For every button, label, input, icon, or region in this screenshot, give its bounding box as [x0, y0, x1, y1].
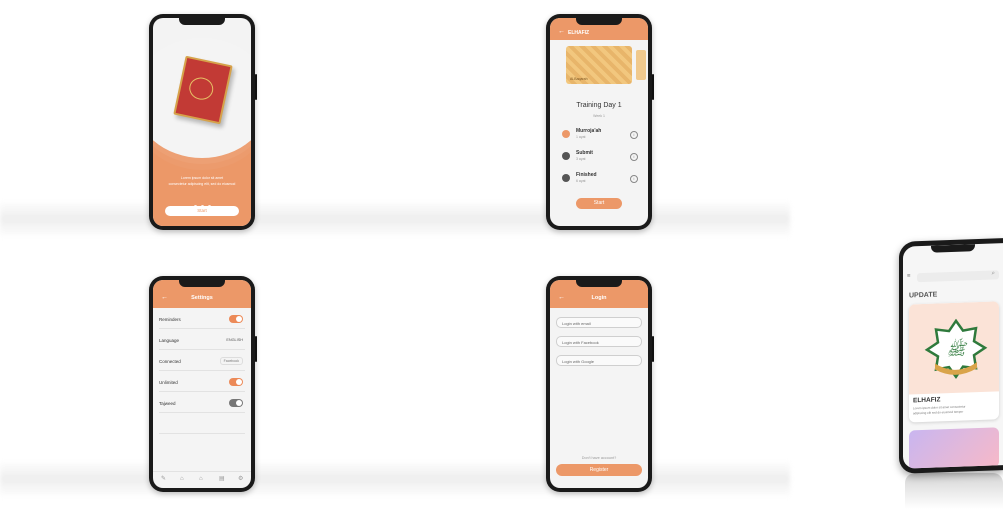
- step-title: Murroja'ah: [576, 128, 602, 134]
- training-screen: ← ELHAFIZ Al-Baqarah Training Day 1 Week…: [550, 18, 648, 226]
- onboarding-screen: Lorem ipsum dolor sit amet consectetur a…: [153, 18, 251, 226]
- step-indicator-active[interactable]: [562, 130, 570, 138]
- divider: [159, 370, 245, 371]
- language-value[interactable]: ENGLISH: [226, 338, 243, 342]
- header-title: Settings: [191, 295, 213, 301]
- step-title: Finished: [576, 172, 597, 178]
- onboarding-caption-2: consectetur adipiscing elit, sed do eius…: [168, 182, 236, 186]
- stand-icon[interactable]: ⌂: [180, 476, 184, 482]
- phone-training: ← ELHAFIZ Al-Baqarah Training Day 1 Week…: [546, 14, 654, 230]
- header-title: ELHAFIZ: [568, 30, 590, 36]
- unlimited-toggle[interactable]: [229, 378, 243, 386]
- floor-reflection: [0, 460, 790, 498]
- login-screen: ← Login Login with email Login with Face…: [550, 280, 648, 488]
- training-title: Training Day 1: [576, 102, 622, 109]
- phone-notch: [179, 18, 225, 25]
- divider: [159, 433, 245, 434]
- divider: [159, 328, 245, 329]
- connected-value[interactable]: Facebook: [219, 357, 243, 365]
- header-title: Login: [591, 295, 607, 301]
- divider: [159, 391, 245, 392]
- settings-screen: ← Settings Reminders Language ENGLISH Co…: [153, 280, 251, 488]
- tajweed-toggle[interactable]: [229, 399, 243, 407]
- next-banner[interactable]: [636, 50, 646, 80]
- step-indicator[interactable]: [562, 152, 570, 160]
- calendar-icon[interactable]: ▤: [219, 475, 225, 482]
- training-week: Week 1: [593, 114, 605, 118]
- step-subtitle: 1 ayat: [576, 135, 586, 139]
- onboarding-caption-1: Lorem ipsum dolor sit amet: [180, 176, 224, 180]
- step-title: Submit: [576, 150, 593, 156]
- phone-notch: [179, 280, 225, 287]
- banner-caption: Al-Baqarah: [570, 77, 588, 81]
- divider: [159, 412, 245, 413]
- phone5-reflection: [905, 473, 1003, 509]
- phone-settings: ← Settings Reminders Language ENGLISH Co…: [149, 276, 257, 492]
- home-icon[interactable]: ⌂: [199, 476, 203, 482]
- divider: [159, 349, 245, 350]
- search-input[interactable]: [917, 270, 999, 283]
- search-icon[interactable]: ⌕: [992, 270, 995, 277]
- second-card[interactable]: [909, 427, 999, 469]
- step-indicator[interactable]: [562, 174, 570, 182]
- app-name: ELHAFIZ: [913, 396, 941, 405]
- app-card[interactable]: ﷺ ELHAFIZ Lorem ipsum dolor sit amet con…: [909, 301, 999, 423]
- phone-notch: [576, 280, 622, 287]
- login-facebook-button[interactable]: Login with Facebook: [556, 336, 642, 347]
- login-email-button[interactable]: Login with email: [556, 317, 642, 328]
- start-training-button[interactable]: Start: [576, 198, 622, 209]
- settings-icon[interactable]: ⚙: [238, 475, 243, 482]
- book-icon[interactable]: ✎: [161, 475, 166, 482]
- login-google-button[interactable]: Login with Google: [556, 355, 642, 366]
- phone-onboarding: Lorem ipsum dolor sit amet consectetur a…: [149, 14, 257, 230]
- no-account-link[interactable]: Don't have account?: [550, 456, 648, 460]
- step-subtitle: 6 ayat: [576, 179, 586, 183]
- settings-label: Unlimited: [159, 380, 178, 385]
- phone-update: ≡ ⌕ UPDATE ﷺ ELHAFIZ Lorem ipsum dolor s…: [899, 238, 1003, 474]
- elhafiz-logo-icon: ﷺ: [924, 318, 988, 380]
- reminders-toggle[interactable]: [229, 315, 243, 323]
- settings-label: Language: [159, 338, 180, 343]
- back-arrow-icon[interactable]: ←: [558, 28, 565, 35]
- step-subtitle: 3 ayat: [576, 157, 586, 161]
- info-icon[interactable]: i: [630, 153, 638, 161]
- menu-icon[interactable]: ≡: [907, 273, 911, 279]
- start-button[interactable]: Start: [165, 206, 239, 216]
- info-icon[interactable]: i: [630, 131, 638, 139]
- phone-notch: [576, 18, 622, 25]
- register-button[interactable]: Register: [556, 464, 642, 476]
- update-screen: ≡ ⌕ UPDATE ﷺ ELHAFIZ Lorem ipsum dolor s…: [903, 243, 1003, 469]
- training-banner[interactable]: Al-Baqarah: [566, 46, 632, 84]
- settings-label: Connected: [159, 359, 181, 364]
- phone-notch: [931, 244, 975, 253]
- info-icon[interactable]: i: [630, 175, 638, 183]
- app-description-2: adipiscing elit sed do eiusmod tempor: [913, 409, 964, 416]
- settings-label: Reminders: [159, 317, 181, 322]
- settings-label: Tajweed: [159, 401, 176, 406]
- card-image: ﷺ: [909, 301, 999, 395]
- book-ornament: [187, 75, 216, 102]
- section-title: UPDATE: [909, 291, 938, 300]
- phone-login: ← Login Login with email Login with Face…: [546, 276, 654, 492]
- svg-text:ﷺ: ﷺ: [946, 337, 967, 359]
- floor-reflection: [0, 200, 790, 238]
